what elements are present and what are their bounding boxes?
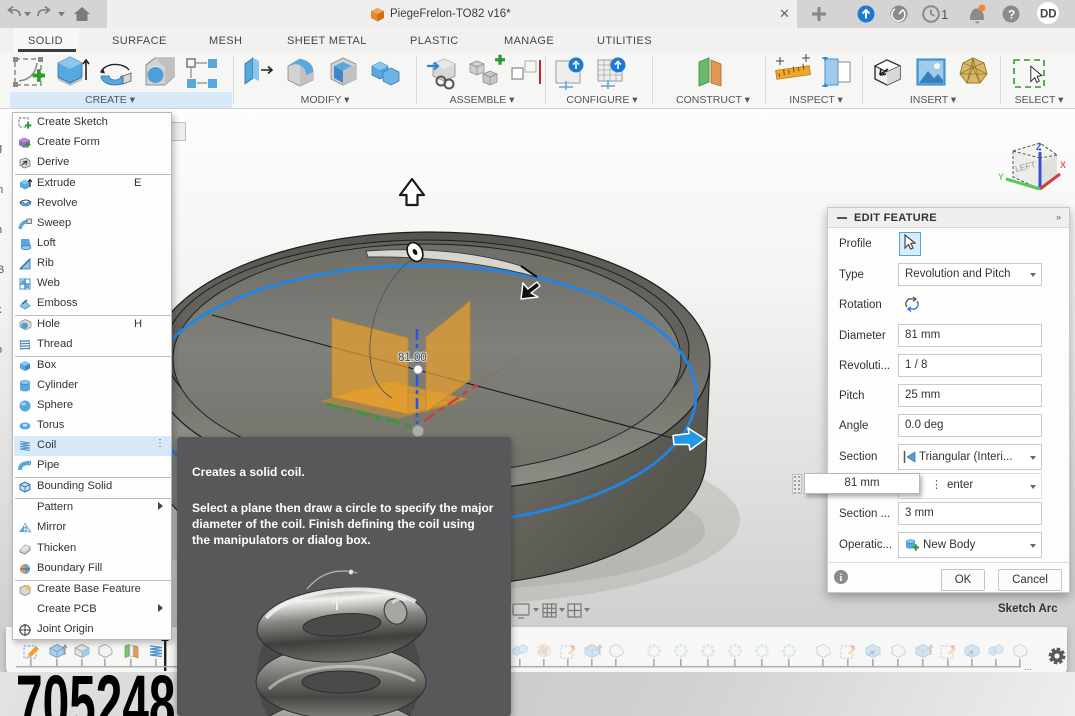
svg-text:?: ? <box>1008 8 1015 22</box>
svg-text:DD: DD <box>1040 9 1057 21</box>
svg-text:1: 1 <box>941 7 948 22</box>
svg-text:X: X <box>1060 160 1066 170</box>
svg-text:i: i <box>840 573 843 584</box>
svg-text:81.00: 81.00 <box>398 352 427 364</box>
svg-text:Z: Z <box>1036 142 1042 152</box>
svg-text:Y: Y <box>998 172 1004 182</box>
